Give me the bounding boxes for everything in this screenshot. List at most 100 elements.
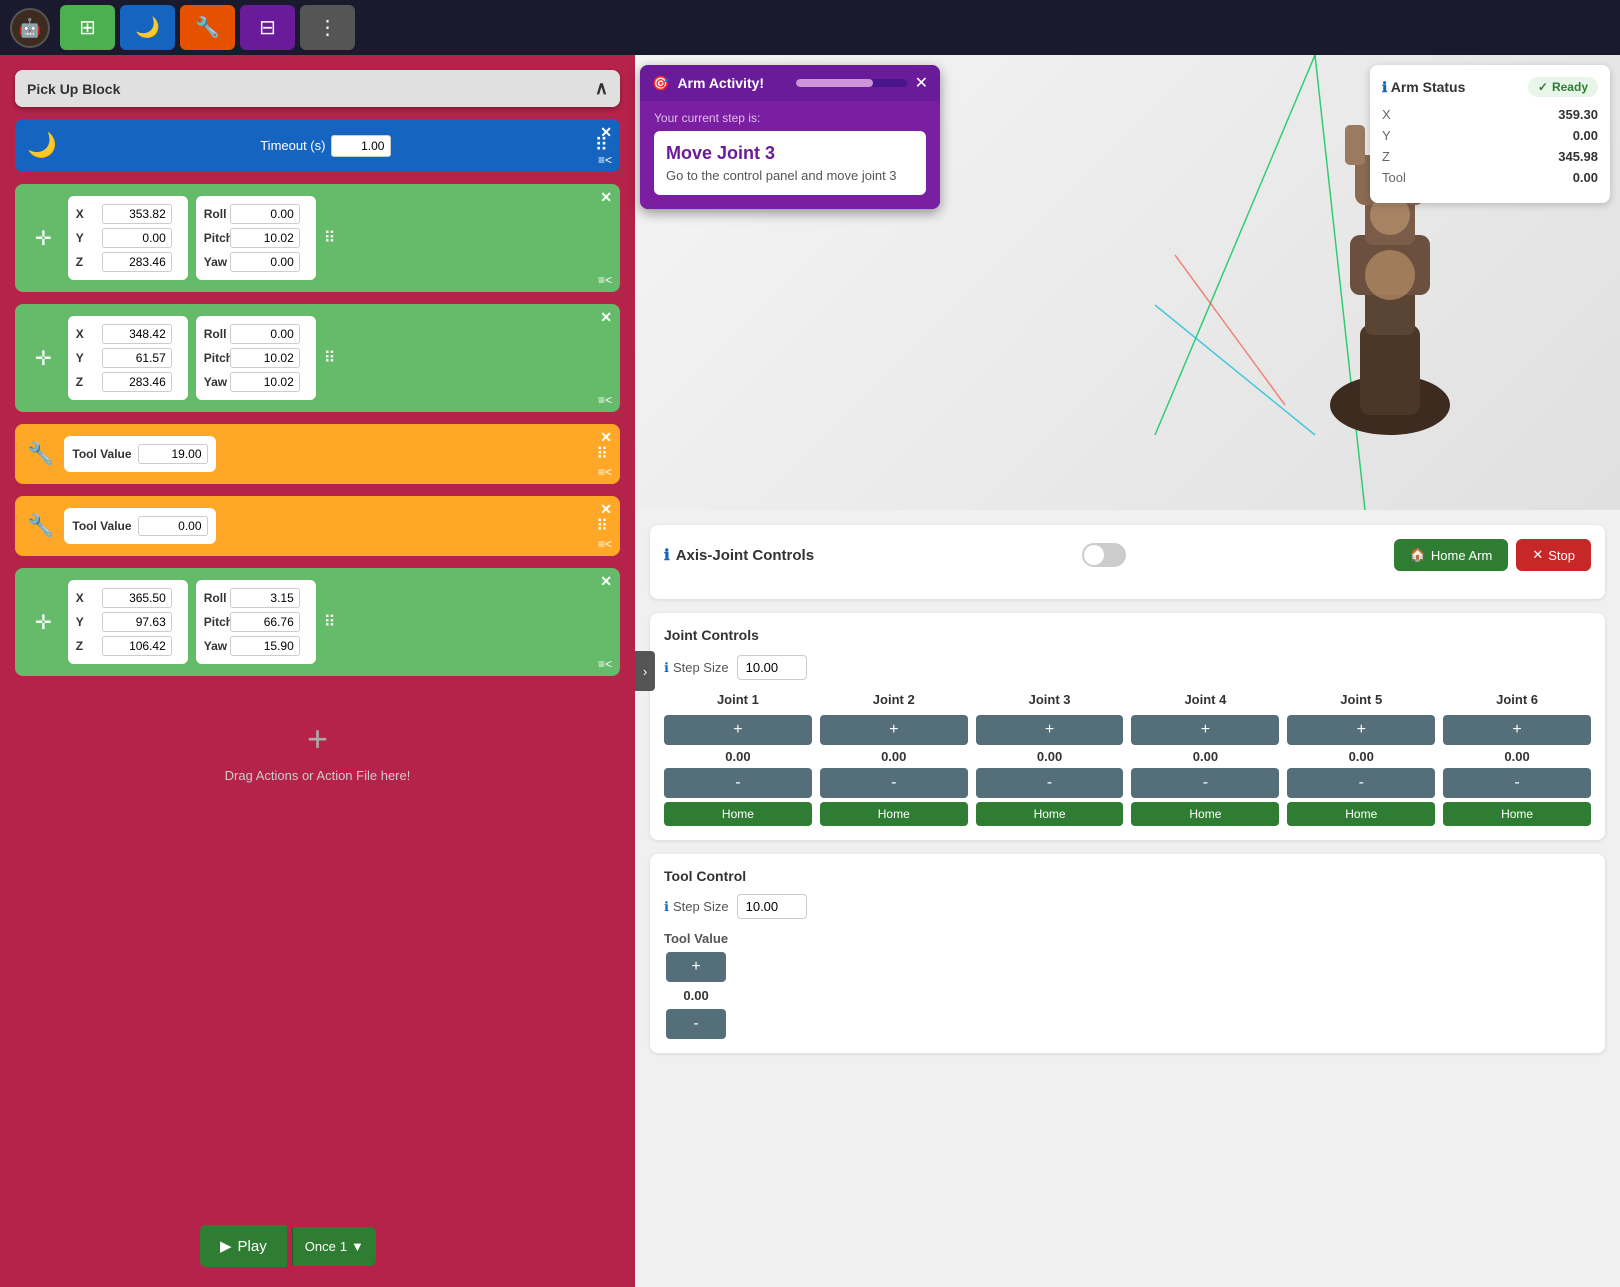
tool-icon-1: 🔧 [27, 441, 54, 467]
joint-5-plus[interactable]: + [1287, 715, 1435, 745]
avatar[interactable]: 🤖 [10, 8, 50, 48]
yaw-input-1[interactable] [230, 252, 300, 272]
yaw-input-3[interactable] [230, 636, 300, 656]
tool-input-2[interactable] [138, 516, 208, 536]
move-block-3-close[interactable]: ✕ [600, 573, 612, 590]
joint-step-size-input[interactable] [737, 655, 807, 680]
coord-y-input-1[interactable] [102, 228, 172, 248]
joint-5-minus[interactable]: - [1287, 768, 1435, 798]
sleep-expand-icon[interactable]: ≡< [598, 153, 612, 167]
panel-collapse-arrow[interactable]: › [635, 651, 655, 691]
pitch-input-3[interactable] [230, 612, 300, 632]
move-options-3[interactable]: ⠿ [324, 612, 336, 632]
roll-input-2[interactable] [230, 324, 300, 344]
tool-expand-1[interactable]: ≡< [598, 465, 612, 479]
roll-input-3[interactable] [230, 588, 300, 608]
tool-label-1: Tool Value [72, 447, 131, 461]
action-card-collapse-icon[interactable]: ∧ [595, 78, 608, 99]
joint-4-minus[interactable]: - [1131, 768, 1279, 798]
tool-options-1[interactable]: ⠿ [596, 444, 608, 464]
arm-status-panel: ℹ Arm Status ✓ Ready X 359.30 Y 0.00 Z 3… [1370, 65, 1610, 203]
coord-x-input-1[interactable] [102, 204, 172, 224]
tool-block-1-close[interactable]: ✕ [600, 429, 612, 446]
yaw-input-2[interactable] [230, 372, 300, 392]
roll-row-1: Roll [204, 204, 308, 224]
tool-options-2[interactable]: ⠿ [596, 516, 608, 536]
joint-1-home[interactable]: Home [664, 802, 812, 826]
coord-z-input-2[interactable] [102, 372, 172, 392]
joint-4-home[interactable]: Home [1131, 802, 1279, 826]
joint-6-home[interactable]: Home [1443, 802, 1591, 826]
play-button[interactable]: ▶ Play [200, 1225, 287, 1267]
joint-6-plus[interactable]: + [1443, 715, 1591, 745]
tool-plus-button[interactable]: + [666, 952, 726, 982]
coord-z-input-3[interactable] [102, 636, 172, 656]
arm-activity-step-label: Your current step is: [654, 111, 926, 125]
joint-3-minus[interactable]: - [976, 768, 1124, 798]
home-arm-button[interactable]: 🏠 Home Arm [1394, 539, 1509, 571]
joint-3-plus[interactable]: + [976, 715, 1124, 745]
joint-4-plus[interactable]: + [1131, 715, 1279, 745]
tool-input-1[interactable] [138, 444, 208, 464]
tool-info-icon: ℹ [664, 899, 669, 915]
arm-activity-close-button[interactable]: ✕ [915, 73, 928, 93]
move-expand-1[interactable]: ≡< [598, 273, 612, 287]
coord-x-input-3[interactable] [102, 588, 172, 608]
settings-button[interactable]: 🔧 [180, 5, 235, 50]
coord-x-label-2: X [76, 327, 96, 341]
rotation-group-3: Roll Pitch Yaw [196, 580, 316, 664]
pitch-input-2[interactable] [230, 348, 300, 368]
yaw-row-2: Yaw [204, 372, 308, 392]
tool-expand-2[interactable]: ≡< [598, 537, 612, 551]
move-options-1[interactable]: ⠿ [324, 228, 336, 248]
axis-info-icon: ℹ [664, 546, 670, 564]
joint-1-minus[interactable]: - [664, 768, 812, 798]
coord-z-label-3: Z [76, 639, 96, 653]
joint-controls-title: Joint Controls [664, 627, 1591, 643]
stop-button[interactable]: ✕ Stop [1516, 539, 1591, 571]
joint-1-plus[interactable]: + [664, 715, 812, 745]
coord-z-row-3: Z [76, 636, 180, 656]
pitch-input-1[interactable] [230, 228, 300, 248]
move-options-2[interactable]: ⠿ [324, 348, 336, 368]
axis-action-buttons: 🏠 Home Arm ✕ Stop [1394, 539, 1591, 571]
arm-status-info-icon: ℹ [1382, 79, 1387, 95]
coord-y-row-1: Y [76, 228, 180, 248]
tool-step-size-input[interactable] [737, 894, 807, 919]
tool-block-2-close[interactable]: ✕ [600, 501, 612, 518]
grid-button[interactable]: ⊞ [60, 5, 115, 50]
sleep-block: ✕ 🌙 Timeout (s) ⠿ ≡< [15, 119, 620, 172]
joint-2-plus[interactable]: + [820, 715, 968, 745]
once-button[interactable]: Once 1 ▼ [292, 1227, 376, 1266]
move-expand-3[interactable]: ≡< [598, 657, 612, 671]
roll-input-1[interactable] [230, 204, 300, 224]
coord-z-input-1[interactable] [102, 252, 172, 272]
joint-2-minus[interactable]: - [820, 768, 968, 798]
once-label: Once [305, 1239, 336, 1254]
tool-minus-button[interactable]: - [666, 1009, 726, 1039]
timeout-input[interactable] [331, 135, 391, 157]
move-block-2-close[interactable]: ✕ [600, 309, 612, 326]
coord-x-input-2[interactable] [102, 324, 172, 344]
arm-activity-title: Arm Activity! [677, 75, 788, 91]
joint-4-label: Joint 4 [1184, 692, 1226, 707]
joint-controls-section: Joint Controls ℹ Step Size Joint 1 + 0.0… [650, 613, 1605, 840]
move-expand-2[interactable]: ≡< [598, 393, 612, 407]
axis-joint-toggle[interactable] [1082, 543, 1126, 567]
night-button[interactable]: 🌙 [120, 5, 175, 50]
coord-y-row-2: Y [76, 348, 180, 368]
joint-3-home[interactable]: Home [976, 802, 1124, 826]
arm-status-fields: X 359.30 Y 0.00 Z 345.98 Tool 0.00 [1382, 107, 1598, 185]
move-block-1-close[interactable]: ✕ [600, 189, 612, 206]
drag-prompt-text: Drag Actions or Action File here! [225, 768, 411, 783]
coord-y-input-3[interactable] [102, 612, 172, 632]
more-button[interactable]: ⋮ [300, 5, 355, 50]
joint-2-home[interactable]: Home [820, 802, 968, 826]
joint-5-home[interactable]: Home [1287, 802, 1435, 826]
arm-activity-popup: 🎯 Arm Activity! ✕ Your current step is: … [640, 65, 940, 209]
sleep-block-close[interactable]: ✕ [600, 124, 612, 141]
joint-6-minus[interactable]: - [1443, 768, 1591, 798]
layout-button[interactable]: ⊟ [240, 5, 295, 50]
tool-block-2: ✕ 🔧 Tool Value ⠿ ≡< [15, 496, 620, 556]
coord-y-input-2[interactable] [102, 348, 172, 368]
